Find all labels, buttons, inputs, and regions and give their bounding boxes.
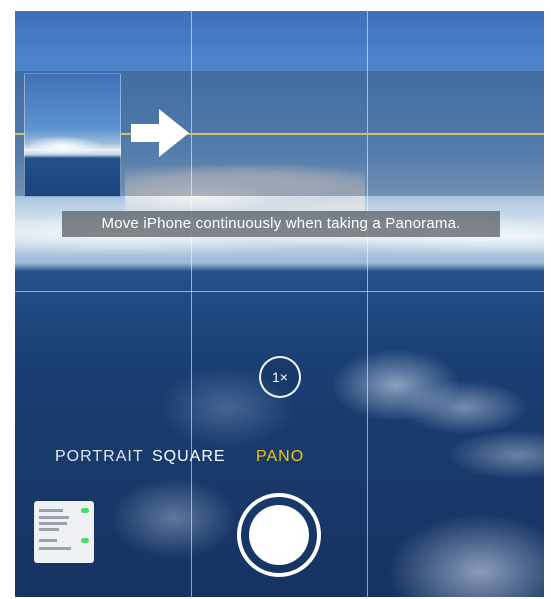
camera-mode-selector[interactable]: PORTRAIT SQUARE PANO bbox=[15, 448, 544, 472]
thumb-row bbox=[39, 509, 63, 512]
thumb-row bbox=[39, 528, 59, 531]
thumbnail-cloud bbox=[30, 134, 110, 154]
grid-line-vertical-1 bbox=[191, 11, 192, 597]
zoom-level-button[interactable]: 1× bbox=[259, 356, 301, 398]
panorama-hint-text: Move iPhone continuously when taking a P… bbox=[62, 211, 500, 237]
thumb-row bbox=[39, 522, 67, 525]
arrow-right-icon[interactable] bbox=[131, 107, 191, 164]
recent-photo-thumbnail[interactable] bbox=[34, 501, 94, 563]
grid-line-vertical-2 bbox=[367, 11, 368, 597]
shutter-button[interactable] bbox=[249, 505, 309, 565]
thumb-row bbox=[39, 539, 57, 542]
mode-portrait[interactable]: PORTRAIT bbox=[55, 448, 144, 466]
thumb-toggle bbox=[81, 538, 89, 543]
shutter-ring[interactable] bbox=[237, 493, 321, 577]
mode-square[interactable]: SQUARE bbox=[152, 448, 226, 466]
panorama-preview-thumbnail bbox=[24, 73, 121, 197]
grid-line-horizontal bbox=[15, 291, 544, 292]
mode-pano[interactable]: PANO bbox=[256, 448, 304, 466]
camera-viewfinder[interactable]: Move iPhone continuously when taking a P… bbox=[15, 11, 544, 597]
thumb-row bbox=[39, 547, 71, 550]
thumb-row bbox=[39, 516, 69, 519]
thumb-toggle bbox=[81, 508, 89, 513]
